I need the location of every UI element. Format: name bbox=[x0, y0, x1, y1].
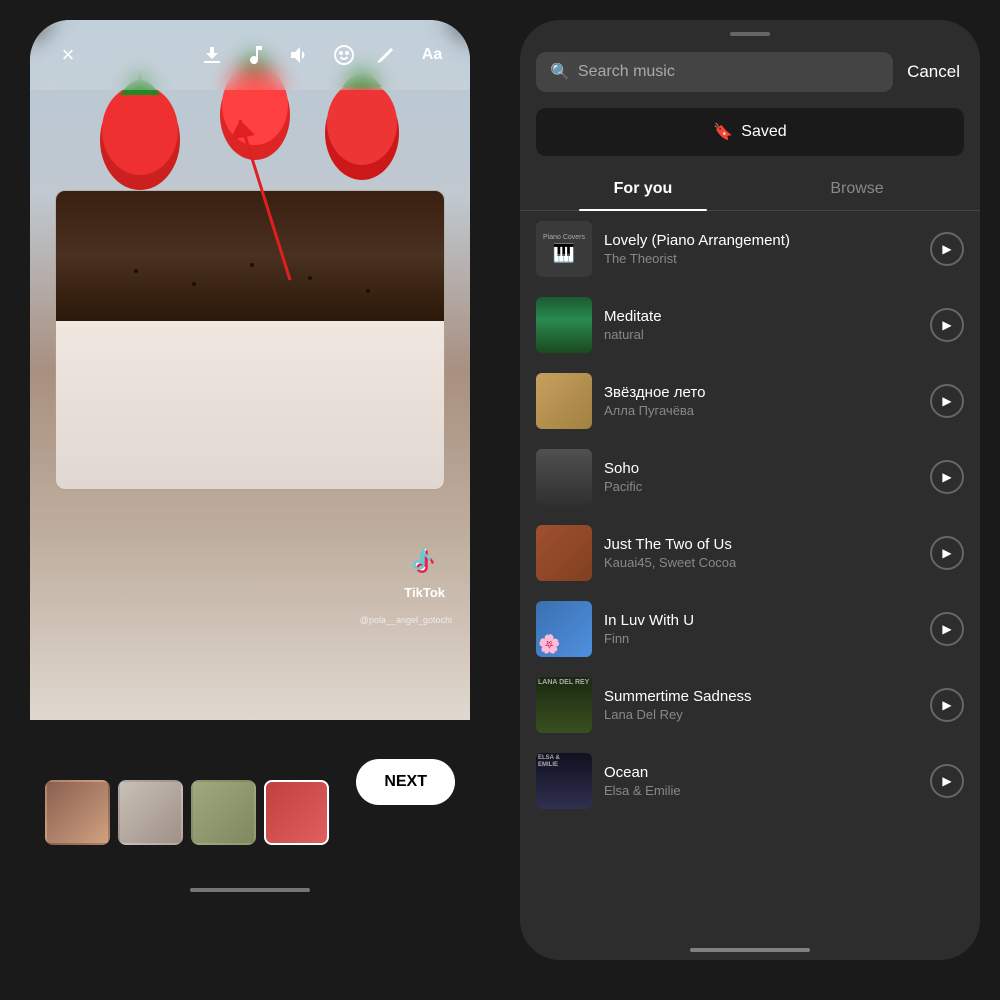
play-button-ocean[interactable]: ▶ bbox=[930, 764, 964, 798]
song-title: Soho bbox=[604, 460, 918, 477]
saved-button[interactable]: 🔖 Saved bbox=[536, 108, 964, 156]
song-title: Summertime Sadness bbox=[604, 688, 918, 705]
song-item-two[interactable]: Just The Two of Us Kauai45, Sweet Cocoa … bbox=[528, 515, 972, 591]
thumbnail-4[interactable] bbox=[264, 780, 329, 845]
album-art-meditate bbox=[536, 297, 592, 353]
music-list: Piano Covers 🎹 Lovely (Piano Arrangement… bbox=[520, 211, 980, 940]
cancel-button[interactable]: Cancel bbox=[903, 62, 964, 82]
thumbnails-row: NEXT bbox=[30, 720, 470, 900]
phone-left: × bbox=[30, 20, 470, 900]
food-image: TikTok @pola__angel_gotochi bbox=[30, 20, 470, 720]
tabs-row: For you Browse bbox=[520, 164, 980, 211]
music-info-stars: Звёздное лето Алла Пугачёва bbox=[604, 384, 918, 418]
song-item-ocean[interactable]: ELSA &EMILIE Ocean Elsa & Emilie ▶ bbox=[528, 743, 972, 819]
play-button-lana[interactable]: ▶ bbox=[930, 688, 964, 722]
music-info-soho: Soho Pacific bbox=[604, 460, 918, 494]
song-item-lana[interactable]: LANA DEL REY Summertime Sadness Lana Del… bbox=[528, 667, 972, 743]
play-button-lovely[interactable]: ▶ bbox=[930, 232, 964, 266]
song-item-meditate[interactable]: Meditate natural ▶ bbox=[528, 287, 972, 363]
music-info-ocean: Ocean Elsa & Emilie bbox=[604, 764, 918, 798]
tab-for-you[interactable]: For you bbox=[536, 168, 750, 210]
song-title: Ocean bbox=[604, 764, 918, 781]
next-button[interactable]: NEXT bbox=[356, 759, 455, 805]
song-title: Звёздное лето bbox=[604, 384, 918, 401]
song-title: Just The Two of Us bbox=[604, 536, 918, 553]
home-indicator bbox=[190, 888, 310, 892]
text-button[interactable]: Aa bbox=[414, 37, 450, 73]
left-panel: × bbox=[0, 0, 500, 1000]
album-art-lovely: Piano Covers 🎹 bbox=[536, 221, 592, 277]
music-info-lana: Summertime Sadness Lana Del Rey bbox=[604, 688, 918, 722]
phone-right: 🔍 Search music Cancel 🔖 Saved For you Br… bbox=[520, 20, 980, 960]
home-indicator-right bbox=[690, 948, 810, 952]
play-button-meditate[interactable]: ▶ bbox=[930, 308, 964, 342]
song-title: Meditate bbox=[604, 308, 918, 325]
close-button[interactable]: × bbox=[50, 37, 86, 73]
volume-button[interactable] bbox=[282, 37, 318, 73]
song-title: Lovely (Piano Arrangement) bbox=[604, 232, 918, 249]
song-artist: natural bbox=[604, 327, 918, 342]
username-label: @pola__angel_gotochi bbox=[360, 615, 452, 625]
drag-handle[interactable] bbox=[730, 32, 770, 36]
music-info-two: Just The Two of Us Kauai45, Sweet Cocoa bbox=[604, 536, 918, 570]
song-artist: Pacific bbox=[604, 479, 918, 494]
play-button-stars[interactable]: ▶ bbox=[930, 384, 964, 418]
song-item-lovely[interactable]: Piano Covers 🎹 Lovely (Piano Arrangement… bbox=[528, 211, 972, 287]
search-bar-row: 🔍 Search music Cancel bbox=[520, 44, 980, 100]
song-item-soho[interactable]: Soho Pacific ▶ bbox=[528, 439, 972, 515]
song-artist: Lana Del Rey bbox=[604, 707, 918, 722]
search-placeholder: Search music bbox=[578, 63, 675, 81]
play-button-soho[interactable]: ▶ bbox=[930, 460, 964, 494]
song-artist: The Theorist bbox=[604, 251, 918, 266]
song-artist: Finn bbox=[604, 631, 918, 646]
song-artist: Алла Пугачёва bbox=[604, 403, 918, 418]
search-icon: 🔍 bbox=[550, 62, 570, 82]
search-input-container[interactable]: 🔍 Search music bbox=[536, 52, 893, 92]
album-art-lana: LANA DEL REY bbox=[536, 677, 592, 733]
tiktok-label: TikTok bbox=[404, 585, 445, 600]
tiktok-watermark: TikTok bbox=[404, 546, 445, 600]
play-button-two[interactable]: ▶ bbox=[930, 536, 964, 570]
album-art-luv: 🌸 bbox=[536, 601, 592, 657]
song-title: In Luv With U bbox=[604, 612, 918, 629]
play-button-luv[interactable]: ▶ bbox=[930, 612, 964, 646]
right-panel: 🔍 Search music Cancel 🔖 Saved For you Br… bbox=[500, 0, 1000, 1000]
tab-browse[interactable]: Browse bbox=[750, 168, 964, 210]
music-button[interactable] bbox=[238, 37, 274, 73]
album-art-soho bbox=[536, 449, 592, 505]
toolbar: × bbox=[30, 20, 470, 90]
music-info-meditate: Meditate natural bbox=[604, 308, 918, 342]
album-art-stars bbox=[536, 373, 592, 429]
thumbnail-3[interactable] bbox=[191, 780, 256, 845]
song-item-stars[interactable]: Звёздное лето Алла Пугачёва ▶ bbox=[528, 363, 972, 439]
thumbnail-1[interactable] bbox=[45, 780, 110, 845]
bottom-bar: NEXT bbox=[30, 720, 470, 900]
music-info-luv: In Luv With U Finn bbox=[604, 612, 918, 646]
download-button[interactable] bbox=[194, 37, 230, 73]
arrow-annotation bbox=[210, 100, 330, 305]
thumbnail-2[interactable] bbox=[118, 780, 183, 845]
bookmark-icon: 🔖 bbox=[713, 122, 733, 142]
emoji-button[interactable] bbox=[326, 37, 362, 73]
song-artist: Elsa & Emilie bbox=[604, 783, 918, 798]
toolbar-right-icons: Aa bbox=[194, 37, 450, 73]
song-item-luv[interactable]: 🌸 In Luv With U Finn ▶ bbox=[528, 591, 972, 667]
album-art-two bbox=[536, 525, 592, 581]
song-artist: Kauai45, Sweet Cocoa bbox=[604, 555, 918, 570]
draw-button[interactable] bbox=[370, 37, 406, 73]
music-info-lovely: Lovely (Piano Arrangement) The Theorist bbox=[604, 232, 918, 266]
album-art-ocean: ELSA &EMILIE bbox=[536, 753, 592, 809]
